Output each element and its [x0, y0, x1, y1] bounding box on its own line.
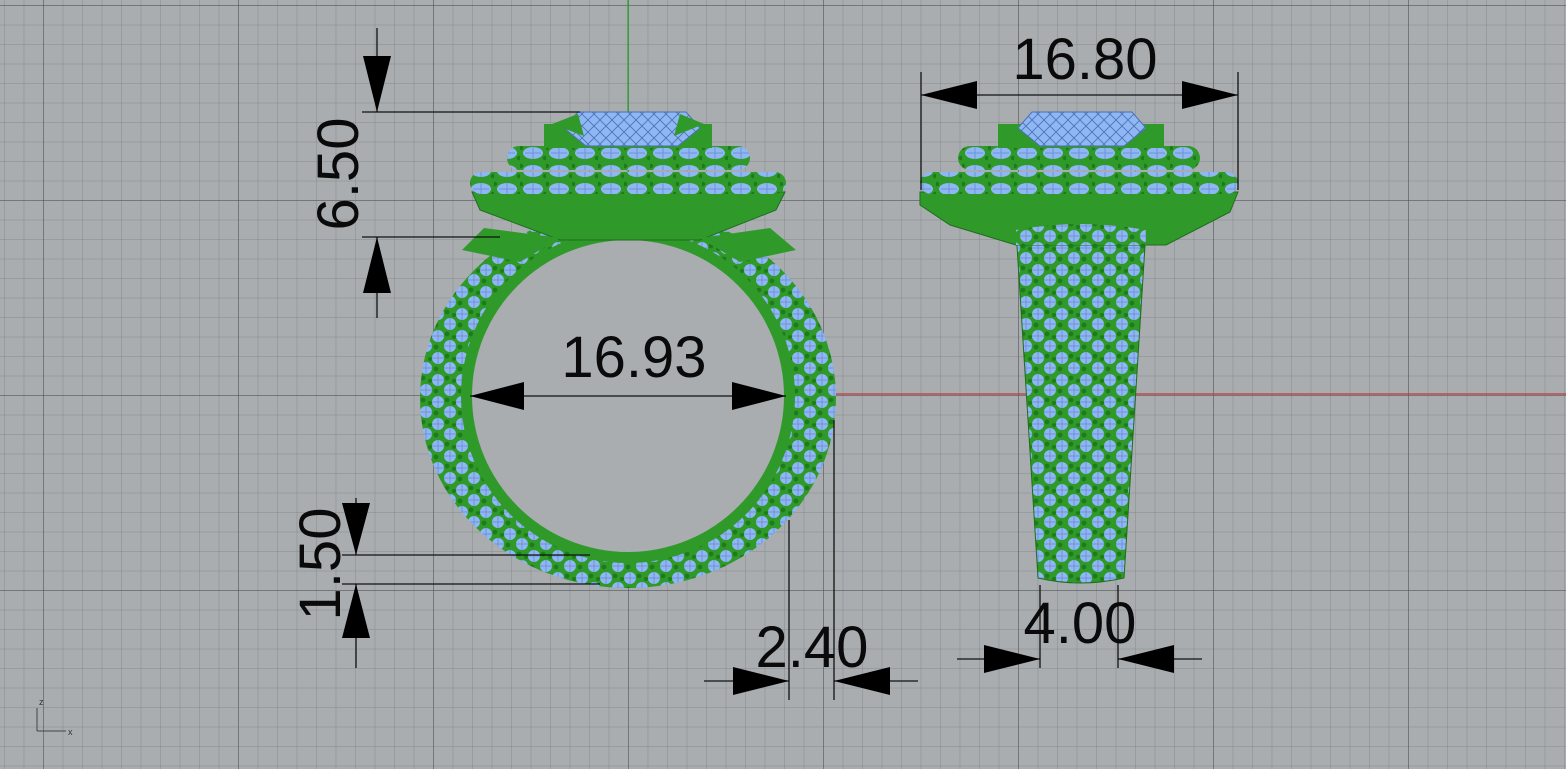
axis-widget: z x: [36, 697, 73, 737]
dim-label-shank-thickness: 1.50: [288, 508, 353, 621]
dim-label-band-width-side: 2.40: [756, 615, 869, 680]
axis-label-z: z: [39, 697, 44, 707]
side-view: [919, 111, 1239, 584]
ring-drawing: 16.80 6.50 16.93 1.50 2.40 4.00 z x: [36, 0, 1566, 737]
dim-label-head-height: 6.50: [306, 118, 371, 231]
dim-label-band-width-bottom: 4.00: [1024, 591, 1137, 656]
dimension-band-width-bottom: 4.00: [957, 585, 1202, 673]
side-halo-row-lower: [920, 172, 1238, 194]
side-center-stone: [1017, 111, 1147, 147]
dim-label-top-width: 16.80: [1012, 27, 1157, 92]
side-shank-top: [1016, 224, 1146, 245]
rhino-viewport[interactable]: 16.80 6.50 16.93 1.50 2.40 4.00 z x: [0, 0, 1566, 769]
side-shank: [1015, 223, 1147, 584]
axis-label-x: x: [68, 727, 73, 737]
dim-label-inner-diameter: 16.93: [561, 325, 706, 390]
halo-row-upper: [507, 146, 750, 170]
side-halo-row-upper: [958, 146, 1200, 170]
halo-row-lower: [470, 172, 786, 194]
